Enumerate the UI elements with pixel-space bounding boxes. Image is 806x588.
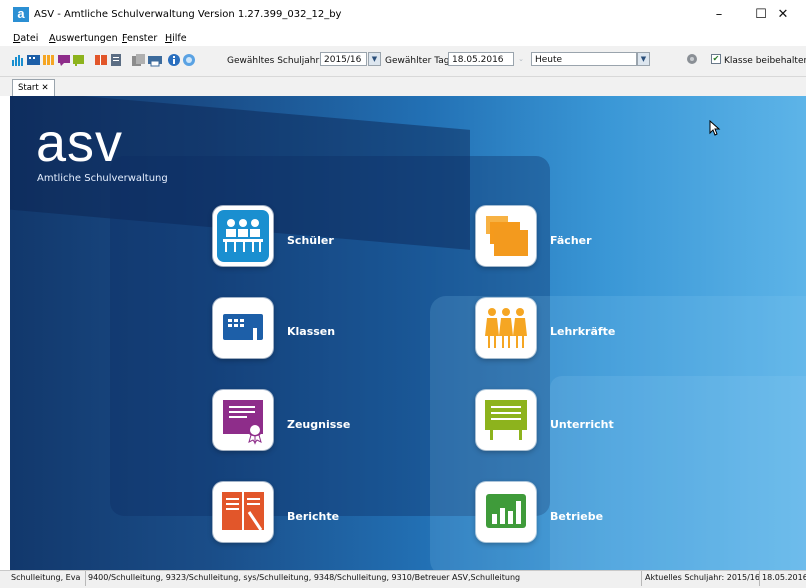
menu-datei-label: atei [20, 33, 39, 44]
tile-faecher-label[interactable]: Fächer [550, 234, 592, 247]
teachers-icon [480, 302, 532, 354]
chart-icon [480, 486, 532, 538]
tile-faecher[interactable] [476, 206, 536, 266]
book-icon[interactable] [95, 55, 107, 65]
settings-icon[interactable] [686, 53, 698, 65]
tab-start[interactable]: Start ✕ [12, 79, 55, 96]
menu-fenster[interactable]: Fenster [122, 33, 157, 44]
klasse-checkbox[interactable]: ✔ [711, 54, 721, 64]
blackboard-icon [480, 394, 532, 446]
tile-klassen[interactable] [213, 298, 273, 358]
tile-betriebe[interactable] [476, 482, 536, 542]
chevron-down-icon: ▼ [640, 55, 647, 63]
students-icon [217, 210, 269, 262]
menu-datei[interactable]: Datei [13, 33, 38, 44]
minimize-button[interactable]: – [696, 0, 742, 30]
status-user: Schulleitung, Eva [11, 573, 81, 582]
window-title: ASV - Amtliche Schulverwaltung Version 1… [34, 9, 342, 20]
tile-zeugnisse[interactable] [213, 390, 273, 450]
certificate-icon [217, 394, 269, 446]
menu-hilfe-label: ilfe [172, 33, 187, 44]
tab-close-icon[interactable]: ✕ [41, 83, 48, 93]
schuljahr-dropdown-button[interactable]: ▼ [368, 52, 381, 66]
document-icon[interactable] [111, 54, 121, 66]
start-panel [10, 96, 806, 570]
mouse-cursor-icon [709, 120, 721, 136]
chart-icon[interactable] [12, 55, 23, 66]
heute-dropdown-button[interactable]: ▼ [637, 52, 650, 66]
print-icon[interactable] [148, 56, 162, 67]
schuljahr-label: Gewähltes Schuljahr [227, 56, 320, 66]
tile-unterricht-label[interactable]: Unterricht [550, 418, 614, 431]
menu-auswertungen-label: uswertungen [55, 33, 118, 44]
tile-lehrkraefte[interactable] [476, 298, 536, 358]
tab-start-label: Start [18, 83, 39, 93]
classroom-icon[interactable] [27, 55, 40, 65]
tab-strip [0, 77, 806, 96]
chevron-down-icon: ▼ [371, 55, 378, 63]
tile-lehrkraefte-label[interactable]: Lehrkräfte [550, 325, 615, 338]
status-separator [85, 571, 86, 586]
tile-berichte-label[interactable]: Berichte [287, 510, 339, 523]
globe-icon[interactable] [183, 54, 195, 66]
teachers-icon[interactable] [43, 55, 54, 65]
app-logo-icon: a [13, 7, 29, 22]
status-date: 18.05.2016 [762, 573, 806, 582]
tag-label: Gewählter Tag [385, 56, 450, 66]
status-schuljahr: Aktuelles Schuljahr: 2015/16 [645, 573, 760, 582]
tag-date-field[interactable]: 18.05.2016 [448, 52, 514, 66]
status-separator [759, 571, 760, 586]
tile-betriebe-label[interactable]: Betriebe [550, 510, 603, 523]
message-icon[interactable] [58, 55, 70, 66]
folders-icon [480, 210, 532, 262]
asv-subtitle: Amtliche Schulverwaltung [37, 173, 168, 184]
menu-hilfe[interactable]: Hilfe [165, 33, 187, 44]
heute-select[interactable]: Heute [531, 52, 637, 66]
menu-bar [0, 30, 806, 45]
klasse-checkbox-label: Klasse beibehalten [724, 56, 806, 66]
close-button[interactable]: ✕ [760, 0, 806, 30]
asv-logo: asv [36, 113, 124, 173]
tile-schueler-label[interactable]: Schüler [287, 234, 334, 247]
background-shape [550, 376, 806, 570]
copy-icon[interactable] [132, 54, 145, 66]
tile-berichte[interactable] [213, 482, 273, 542]
classroom-icon [217, 302, 269, 354]
status-separator [641, 571, 642, 586]
menu-fenster-label: enster [126, 33, 158, 44]
schuljahr-select[interactable]: 2015/16 [320, 52, 367, 66]
toolbar-icon-strip [12, 54, 195, 67]
info-icon[interactable] [168, 54, 180, 66]
tag-spinner-icon[interactable]: ⌄ [515, 52, 527, 66]
tile-klassen-label[interactable]: Klassen [287, 325, 335, 338]
tile-unterricht[interactable] [476, 390, 536, 450]
menu-auswertungen[interactable]: Auswertungen [49, 33, 118, 44]
tile-zeugnisse-label[interactable]: Zeugnisse [287, 418, 350, 431]
tile-schueler[interactable] [213, 206, 273, 266]
report-icon [217, 486, 269, 538]
note-icon[interactable] [73, 55, 84, 66]
status-roles: 9400/Schulleitung, 9323/Schulleitung, sy… [88, 573, 521, 582]
